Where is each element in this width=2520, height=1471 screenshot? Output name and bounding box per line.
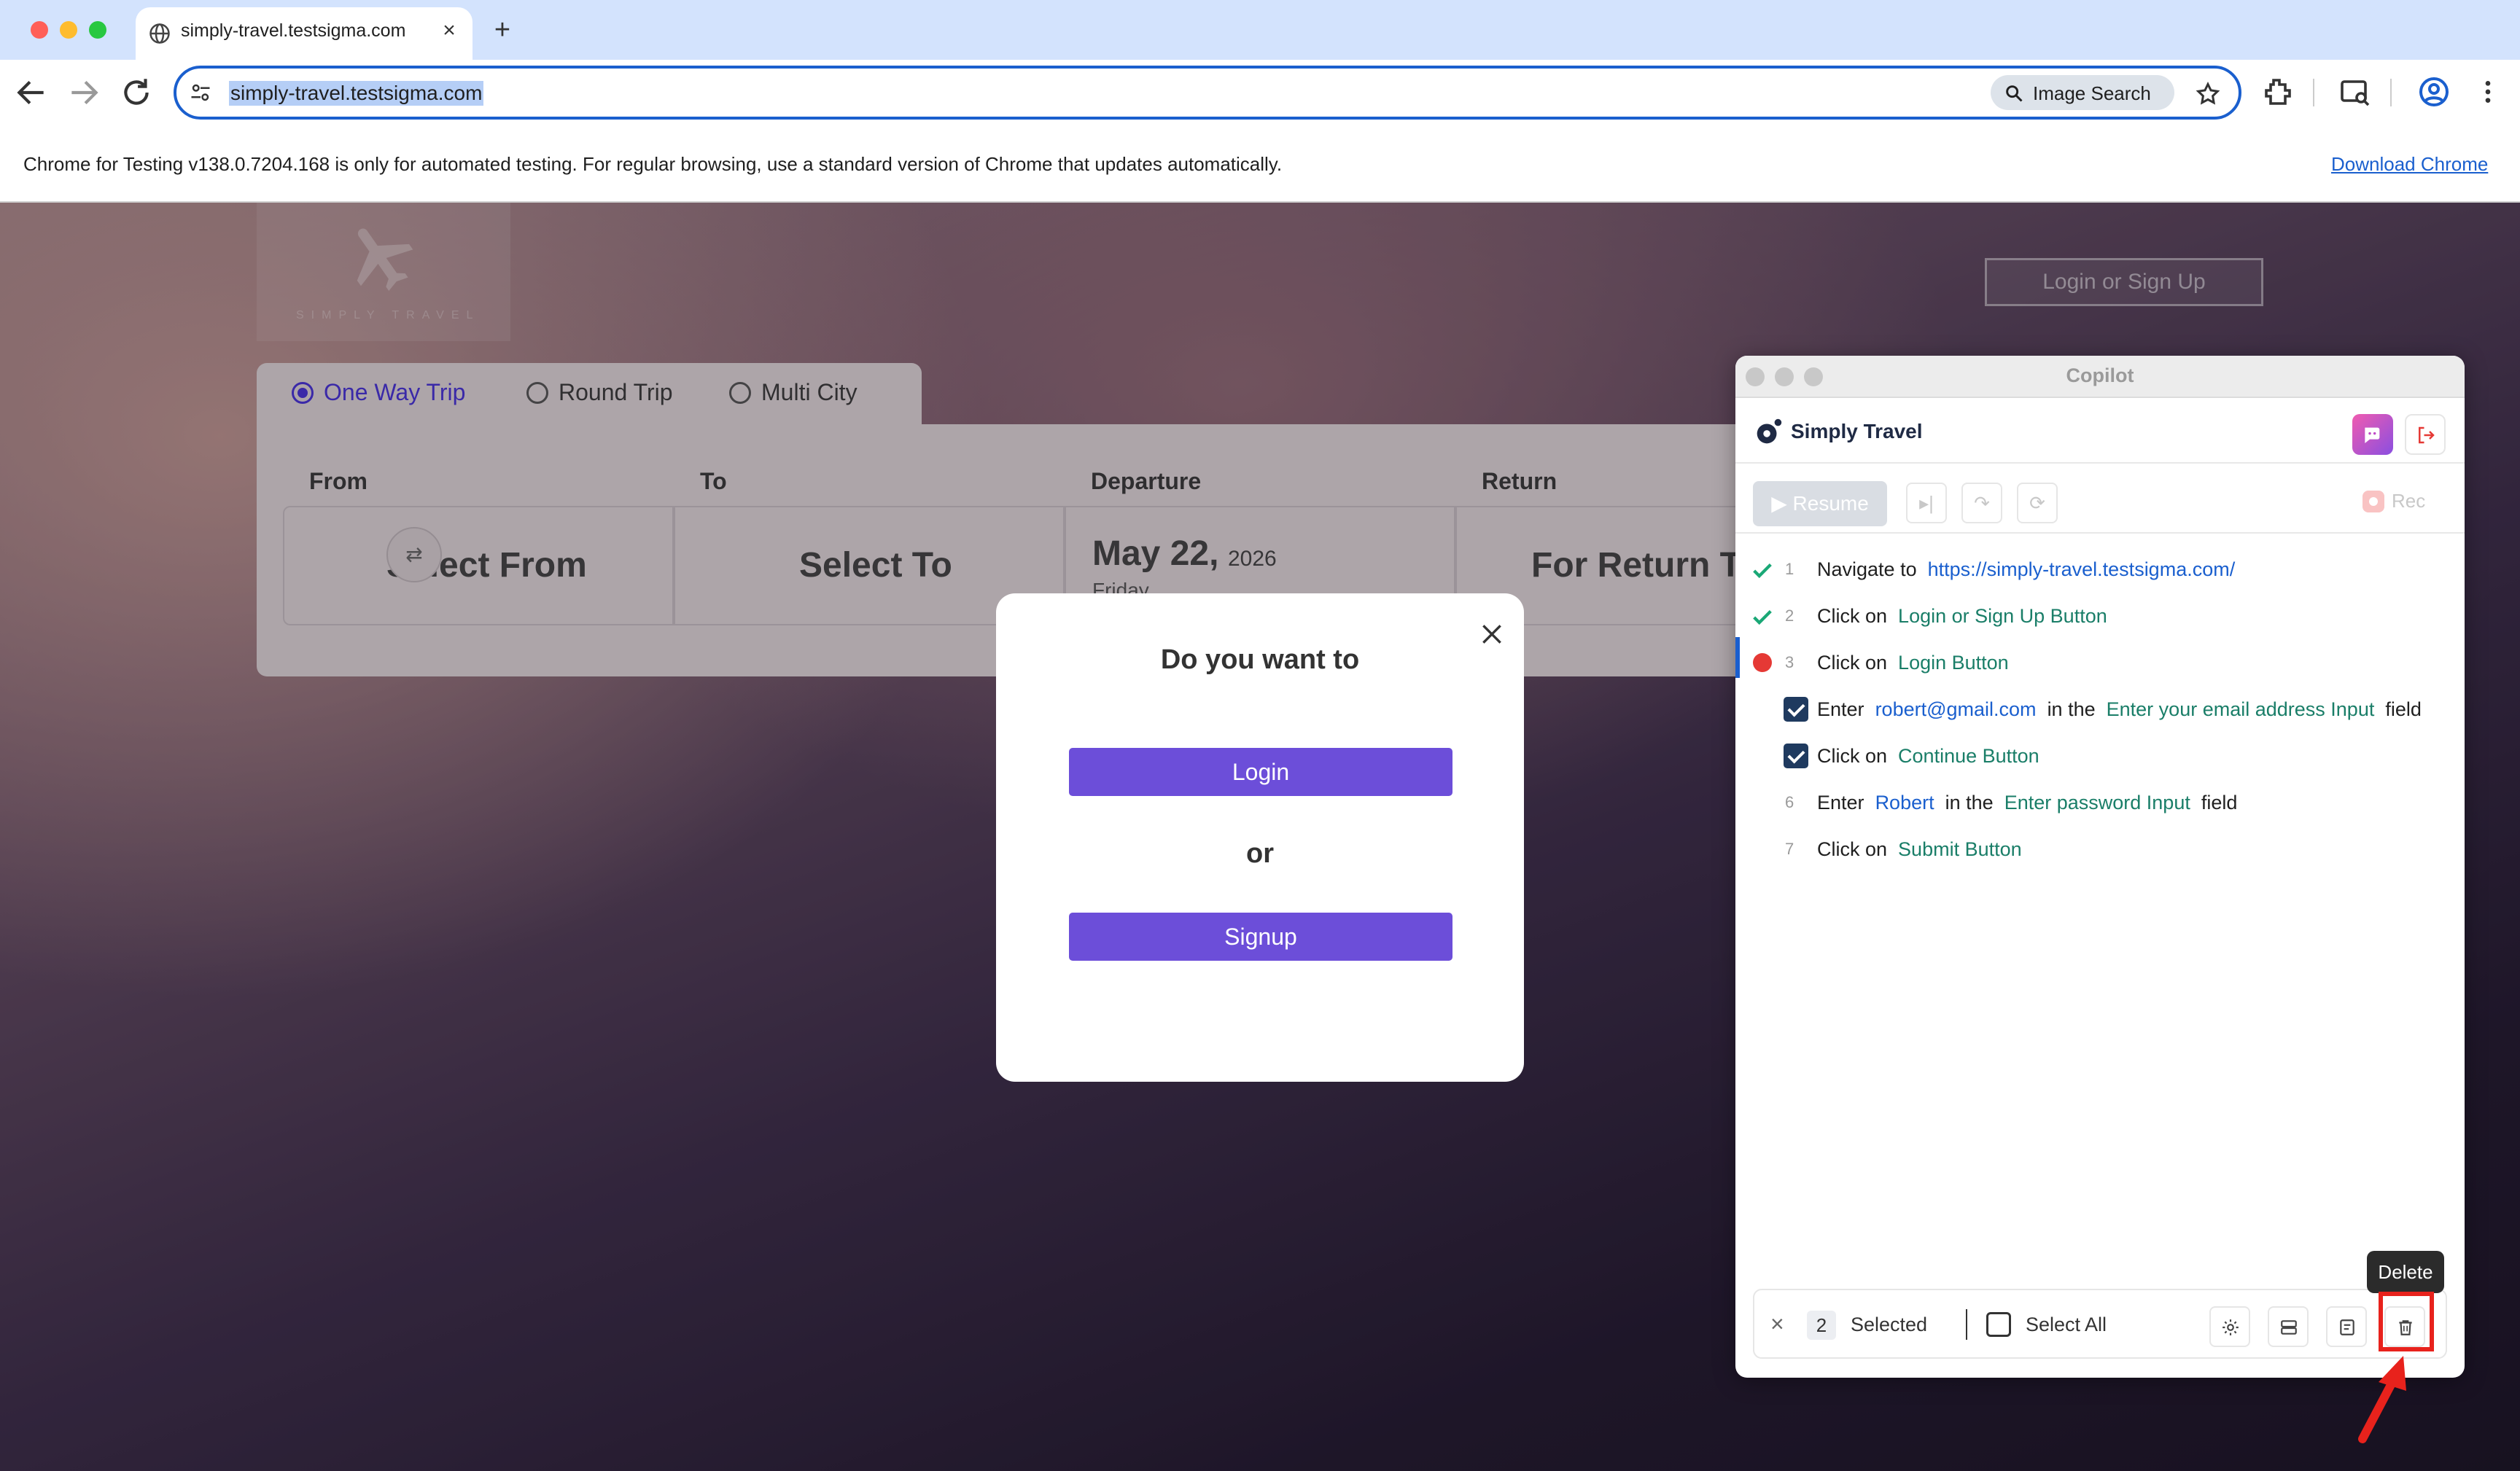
- download-chrome-link[interactable]: Download Chrome: [2331, 153, 2488, 176]
- step-checkbox[interactable]: [1784, 744, 1808, 768]
- url-text[interactable]: simply-travel.testsigma.com: [229, 81, 484, 106]
- redo-icon: ↷: [1974, 492, 1990, 514]
- step-next-icon: ▸|: [1919, 492, 1934, 514]
- maximize-window-button[interactable]: [89, 21, 106, 39]
- replay-icon: ⟳: [2029, 492, 2045, 514]
- delete-tooltip: Delete: [2367, 1251, 2444, 1293]
- play-icon: ▶: [1771, 492, 1787, 515]
- clear-selection-icon[interactable]: ×: [1770, 1311, 1784, 1338]
- profile-icon[interactable]: [2416, 74, 2451, 109]
- record-icon: [2362, 491, 2384, 512]
- step-row[interactable]: 1 Navigate to https://simply-travel.test…: [1735, 547, 2465, 593]
- app-name: Simply Travel: [1791, 420, 1923, 442]
- browser-toolbar: simply-travel.testsigma.com Image Search: [0, 60, 2520, 125]
- step-row[interactable]: Click on Continue Button: [1735, 733, 2465, 780]
- step-element: Enter password Input: [2004, 792, 2190, 813]
- or-text: or: [1246, 838, 1274, 869]
- document-icon: [2340, 1319, 2354, 1335]
- logout-icon: [2419, 426, 2435, 444]
- login-button[interactable]: Login: [1069, 748, 1452, 796]
- step-row[interactable]: 6 Enter Robert in the Enter password Inp…: [1735, 780, 2465, 827]
- select-all-label[interactable]: Select All: [2026, 1314, 2107, 1336]
- infobar-message: Chrome for Testing v138.0.7204.168 is on…: [23, 153, 1283, 175]
- step-row[interactable]: Enter robert@gmail.com in the Enter your…: [1735, 687, 2465, 733]
- copilot-title: Copilot: [2066, 364, 2134, 386]
- step-row[interactable]: 7 Click on Submit Button: [1735, 827, 2465, 873]
- step-details-button[interactable]: [2326, 1306, 2367, 1347]
- modal-heading: Do you want to: [1160, 644, 1360, 675]
- back-arrow-icon[interactable]: [13, 74, 50, 111]
- step-over-button[interactable]: ▸|: [1906, 483, 1947, 523]
- extensions-icon[interactable]: [2260, 74, 2295, 109]
- settings-button[interactable]: [2209, 1306, 2250, 1347]
- highlight-box: [2379, 1292, 2434, 1351]
- step-element: Submit Button: [1898, 838, 2022, 860]
- step-link[interactable]: https://simply-travel.testsigma.com/: [1928, 558, 2236, 580]
- exit-button[interactable]: [2405, 414, 2446, 455]
- step-row[interactable]: 3 Click on Login Button: [1735, 640, 2465, 687]
- image-search-button[interactable]: Image Search: [1991, 75, 2174, 110]
- copilot-header: Simply Travel: [1735, 398, 2465, 464]
- browser-titlebar: simply-travel.testsigma.com × +: [0, 0, 2520, 60]
- image-search-label: Image Search: [2033, 82, 2151, 104]
- step-element: Enter your email address Input: [2106, 698, 2375, 720]
- testsigma-logo-icon: [1757, 417, 1784, 444]
- step-element: Login or Sign Up Button: [1898, 605, 2107, 627]
- check-icon: [1753, 563, 1772, 579]
- bookmark-star-icon[interactable]: [2195, 81, 2221, 107]
- copilot-titlebar: Copilot: [1735, 356, 2465, 398]
- tab-title: simply-travel.testsigma.com: [181, 20, 406, 41]
- resume-button[interactable]: ▶ Resume: [1753, 481, 1887, 526]
- step-element: Continue Button: [1898, 745, 2039, 767]
- replay-button[interactable]: ⟳: [2017, 483, 2058, 523]
- selected-count: 2: [1807, 1311, 1836, 1340]
- step-element: Login Button: [1898, 652, 2009, 674]
- close-tab-icon[interactable]: ×: [436, 17, 462, 44]
- reload-icon[interactable]: [118, 74, 155, 111]
- chat-sparkle-icon: [2365, 427, 2380, 443]
- annotation-arrow-icon: [2358, 1356, 2406, 1443]
- minimize-window-button[interactable]: [60, 21, 77, 39]
- skip-step-button[interactable]: ↷: [1961, 483, 2002, 523]
- step-value: Robert: [1875, 792, 1934, 813]
- auth-choice-modal: Do you want to Login or Signup: [996, 593, 1524, 1082]
- automation-infobar: Chrome for Testing v138.0.7204.168 is on…: [0, 125, 2520, 203]
- ai-assistant-button[interactable]: [2352, 414, 2393, 455]
- kebab-menu-icon[interactable]: [2473, 74, 2502, 109]
- step-row[interactable]: 2 Click on Login or Sign Up Button: [1735, 593, 2465, 640]
- record-button[interactable]: Rec: [2362, 490, 2425, 512]
- signup-button[interactable]: Signup: [1069, 913, 1452, 961]
- step-value: robert@gmail.com: [1875, 698, 2037, 720]
- close-window-button[interactable]: [31, 21, 48, 39]
- tab-search-icon[interactable]: [2338, 74, 2373, 109]
- gear-icon: [2222, 1319, 2239, 1335]
- forward-arrow-icon[interactable]: [66, 74, 102, 111]
- address-bar[interactable]: simply-travel.testsigma.com Image Search: [174, 66, 2241, 120]
- toolbar-divider: [2390, 79, 2392, 106]
- site-settings-icon[interactable]: [190, 82, 211, 104]
- globe-icon: [149, 23, 170, 44]
- toolbar-divider: [2313, 79, 2314, 106]
- copilot-panel: Copilot Simply Travel ▶ Resume ▸| ↷ ⟳ Re…: [1735, 356, 2465, 1378]
- group-steps-button[interactable]: [2268, 1306, 2309, 1347]
- selected-label: Selected: [1851, 1314, 1928, 1335]
- copilot-controls: ▶ Resume ▸| ↷ ⟳ Rec: [1735, 464, 2465, 534]
- error-dot-icon: [1753, 653, 1772, 672]
- selection-bar: × 2 Selected Select All: [1753, 1289, 2447, 1359]
- step-checkbox[interactable]: [1784, 697, 1808, 722]
- rows-icon: [2281, 1320, 2297, 1335]
- new-tab-button[interactable]: +: [484, 12, 521, 48]
- select-all-checkbox[interactable]: [1986, 1312, 2011, 1337]
- check-icon: [1753, 609, 1772, 625]
- search-icon: [2006, 85, 2023, 102]
- browser-tab[interactable]: simply-travel.testsigma.com ×: [136, 7, 472, 60]
- divider: [1966, 1309, 1967, 1340]
